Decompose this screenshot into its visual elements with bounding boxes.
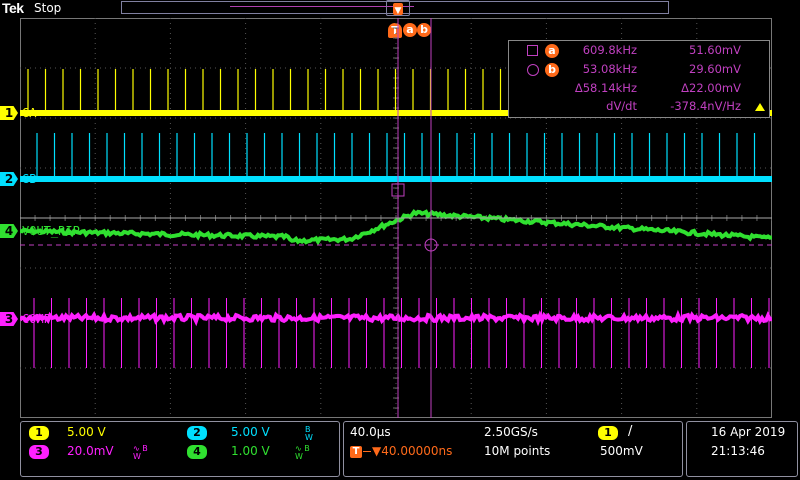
ch4-scale[interactable]: 1.00 V [231,444,270,458]
date-time-panel: 16 Apr 2019 21:13:46 [686,421,798,477]
trigger-source-badge[interactable]: 1 [598,426,618,440]
trigger-position-arrow-icon [363,451,371,452]
ch2-scale[interactable]: 5.00 V [231,425,270,439]
ch2-trace [20,176,772,182]
trigger-position-icon: T [350,446,362,458]
bottom-settings-bar: 1 5.00 V 2 5.00 V B W 3 20.0mV ∿ B W 4 1… [0,419,800,480]
ch2-bandwidth-icon: B W [305,425,313,442]
ch3-ground-marker[interactable]: 3 [0,312,18,326]
cursor-a-row: a 609.8kHz 51.60mV [509,43,769,60]
cursor-b-row: b 53.08kHz 29.60mV [509,62,769,79]
ch1-badge[interactable]: 1 [29,426,49,440]
cursor-b-badge: b [545,63,559,77]
slope-label: dV/dt [606,99,637,113]
time: 21:13:46 [711,444,765,458]
ch3-bandwidth-icon: ∿ B W [133,444,148,461]
cursor-readout-panel[interactable]: a 609.8kHz 51.60mV b 53.08kHz 29.60mV Δ5… [508,40,770,118]
cursor-a-voltage: 51.60mV [689,43,741,57]
top-status-bar: Tek Stop ▼ [0,0,800,18]
ch4-ground-marker[interactable]: 4 [0,224,18,238]
acquisition-status[interactable]: Stop [34,1,61,15]
cursor-b-frequency: 53.08kHz [582,62,637,76]
vertical-settings-panel[interactable]: 1 5.00 V 2 5.00 V B W 3 20.0mV ∿ B W 4 1… [20,421,340,477]
readout-source-icon [755,103,765,111]
cursor-a-badge: a [545,44,559,58]
ch1-scale[interactable]: 5.00 V [67,425,106,439]
trigger-down-arrow-icon: ▼ [393,3,403,16]
ch3-trace [20,309,772,327]
slope-value: -378.4nV/Hz [670,99,741,113]
sample-rate: 2.50GS/s [484,425,538,439]
record-length[interactable]: 10M points [484,444,550,458]
trigger-position-value[interactable]: ▼40.00000ns [372,444,452,458]
cursor-a-frequency: 609.8kHz [582,43,637,57]
ch3-label: COMP [22,312,51,326]
ch2-badge[interactable]: 2 [187,426,207,440]
cursor-b-voltage: 29.60mV [689,62,741,76]
ch3-badge[interactable]: 3 [29,445,49,459]
ch3-scale[interactable]: 20.0mV [67,444,114,458]
cursor-delta-row: Δ58.14kHz Δ22.00mV [509,81,769,98]
ch4-bandwidth-icon: ∿ B W [295,444,310,461]
date: 16 Apr 2019 [711,425,786,439]
delta-voltage: Δ22.00mV [681,81,741,95]
ch1-label: GA [22,106,37,120]
delta-frequency: Δ58.14kHz [574,81,637,95]
brand-logo: Tek [2,0,24,16]
horizontal-trigger-panel[interactable]: 40.0µs 2.50GS/s 1 / T ▼40.00000ns 10M po… [343,421,683,477]
trigger-slope-icon: / [628,424,633,439]
trigger-level[interactable]: 500mV [600,444,643,458]
square-cursor-icon [527,45,538,56]
ch1-ground-marker[interactable]: 1 [0,106,18,120]
cursor-slope-row: dV/dt -378.4nV/Hz [509,99,769,116]
timebase-scale[interactable]: 40.0µs [350,425,391,439]
svg-text:▼: ▼ [395,6,402,16]
ch4-badge[interactable]: 4 [187,445,207,459]
trigger-position-marker[interactable]: ▼ [386,0,410,16]
ch2-ground-marker[interactable]: 2 [0,172,18,186]
ch4-label: VOUT_RIP [22,224,80,238]
ch2-label: GB [22,172,37,186]
circle-cursor-icon [527,64,539,76]
